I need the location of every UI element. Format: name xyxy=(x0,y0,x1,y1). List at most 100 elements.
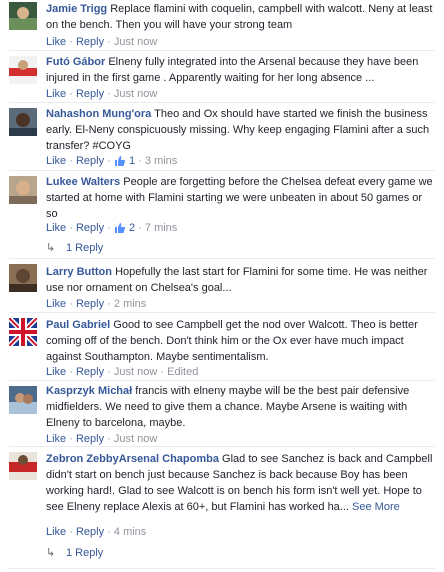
like-button[interactable]: Like xyxy=(46,88,66,100)
avatar[interactable] xyxy=(9,264,37,292)
separator: · xyxy=(107,433,111,445)
avatar[interactable] xyxy=(9,176,37,204)
comment-body: Zebron ZebbyArsenal Chapomba Glad to see… xyxy=(46,451,436,515)
avatar[interactable] xyxy=(9,452,37,480)
avatar-image xyxy=(9,108,37,136)
comment-body: Futó Gábor Elneny fully integrated into … xyxy=(46,54,436,86)
like-button[interactable]: Like xyxy=(46,298,66,310)
reply-button[interactable]: Reply xyxy=(76,222,104,234)
separator: · xyxy=(107,36,111,48)
like-button[interactable]: Like xyxy=(46,433,66,445)
avatar[interactable] xyxy=(9,386,37,414)
avatar[interactable] xyxy=(9,2,37,30)
reply-arrow-icon: ↳ xyxy=(46,547,56,559)
avatar[interactable] xyxy=(9,56,37,84)
see-more-link[interactable]: See More xyxy=(352,501,400,513)
reply-button[interactable]: Reply xyxy=(76,433,104,445)
comment-timestamp[interactable]: Just now xyxy=(114,88,157,100)
comment-body: Paul Gabriel Good to see Campbell get th… xyxy=(46,317,436,365)
separator: · xyxy=(107,88,111,100)
comment-body: Lukee Walters People are forgetting befo… xyxy=(46,174,436,222)
comment-author[interactable]: Paul Gabriel xyxy=(46,319,110,331)
reply-arrow-icon: ↳ xyxy=(46,242,56,254)
divider xyxy=(9,568,435,569)
comment-author[interactable]: Zebron ZebbyArsenal Chapomba xyxy=(46,453,219,465)
divider xyxy=(9,170,435,171)
union-jack-avatar xyxy=(9,318,37,346)
reply-button[interactable]: Reply xyxy=(76,36,104,48)
avatar[interactable] xyxy=(9,318,37,346)
replies-count: 1 Reply xyxy=(66,242,104,254)
comment-author[interactable]: Nahashon Mung'ora xyxy=(46,108,151,120)
comment-actions: Like · Reply · 4 mins xyxy=(46,525,146,539)
comment-timestamp[interactable]: 7 mins xyxy=(145,222,177,234)
like-count[interactable]: 2 xyxy=(129,222,135,234)
comment-author[interactable]: Kasprzyk Michał xyxy=(46,385,132,397)
comment-actions: Like · Reply · Just now xyxy=(46,35,157,49)
divider xyxy=(9,312,435,313)
separator: · xyxy=(69,36,73,48)
comment-timestamp[interactable]: 4 mins xyxy=(114,526,146,538)
reply-button[interactable]: Reply xyxy=(76,155,104,167)
like-button[interactable]: Like xyxy=(46,526,66,538)
comment-timestamp[interactable]: 3 mins xyxy=(145,155,177,167)
like-count[interactable]: 1 xyxy=(129,155,135,167)
comment-timestamp[interactable]: Just now xyxy=(114,36,157,48)
separator: · xyxy=(69,155,73,167)
reply-button[interactable]: Reply xyxy=(76,366,104,378)
comment-body: Kasprzyk Michał francis with elneny mayb… xyxy=(46,383,436,431)
thumbs-up-icon xyxy=(114,155,126,171)
comment-timestamp[interactable]: Just now xyxy=(114,366,157,378)
comment-author[interactable]: Larry Button xyxy=(46,266,112,278)
separator: · xyxy=(69,366,73,378)
like-button[interactable]: Like xyxy=(46,36,66,48)
avatar-image xyxy=(9,176,37,204)
separator: · xyxy=(69,222,73,234)
comment-actions: Like · Reply · Just now xyxy=(46,432,157,446)
separator: · xyxy=(160,366,165,378)
comment-author[interactable]: Futó Gábor xyxy=(46,56,105,68)
separator: · xyxy=(107,526,111,538)
divider xyxy=(9,380,435,381)
comment-timestamp[interactable]: Just now xyxy=(114,433,157,445)
separator: · xyxy=(107,222,111,234)
like-button[interactable]: Like xyxy=(46,155,66,167)
divider xyxy=(9,50,435,51)
avatar-image xyxy=(9,56,37,84)
divider xyxy=(9,446,435,447)
comment-body: Nahashon Mung'ora Theo and Ox should hav… xyxy=(46,106,436,154)
reply-button[interactable]: Reply xyxy=(76,526,104,538)
reply-button[interactable]: Reply xyxy=(76,88,104,100)
avatar-image xyxy=(9,452,37,480)
thumbs-up-icon xyxy=(114,222,126,238)
separator: · xyxy=(138,222,142,234)
comment-author[interactable]: Lukee Walters xyxy=(46,176,120,188)
avatar-image xyxy=(9,2,37,30)
comment-author[interactable]: Jamie Trigg xyxy=(46,3,107,15)
avatar-image xyxy=(9,264,37,292)
comment-body: Larry Button Hopefully the last start fo… xyxy=(46,264,436,296)
view-replies-link[interactable]: ↳ 1 Reply xyxy=(46,546,103,560)
comment-actions: Like · Reply · 1 · 3 mins xyxy=(46,154,177,171)
separator: · xyxy=(69,88,73,100)
divider xyxy=(9,102,435,103)
comment-timestamp[interactable]: 2 mins xyxy=(114,298,146,310)
like-button[interactable]: Like xyxy=(46,222,66,234)
comment-body: Jamie Trigg Replace flamini with coqueli… xyxy=(46,1,436,33)
divider xyxy=(9,258,435,259)
separator: · xyxy=(107,155,111,167)
avatar-image xyxy=(9,386,37,414)
separator: · xyxy=(107,366,111,378)
like-button[interactable]: Like xyxy=(46,366,66,378)
view-replies-link[interactable]: ↳ 1 Reply xyxy=(46,241,103,255)
comment-actions: Like · Reply · Just now xyxy=(46,87,157,101)
replies-count: 1 Reply xyxy=(66,547,104,559)
comment-actions: Like · Reply · 2 mins xyxy=(46,297,146,311)
avatar[interactable] xyxy=(9,108,37,136)
reply-button[interactable]: Reply xyxy=(76,298,104,310)
comment-actions: Like · Reply · Just now · Edited xyxy=(46,365,198,379)
separator: · xyxy=(69,526,73,538)
edited-label[interactable]: Edited xyxy=(167,366,198,378)
separator: · xyxy=(138,155,142,167)
comment-actions: Like · Reply · 2 · 7 mins xyxy=(46,221,177,238)
